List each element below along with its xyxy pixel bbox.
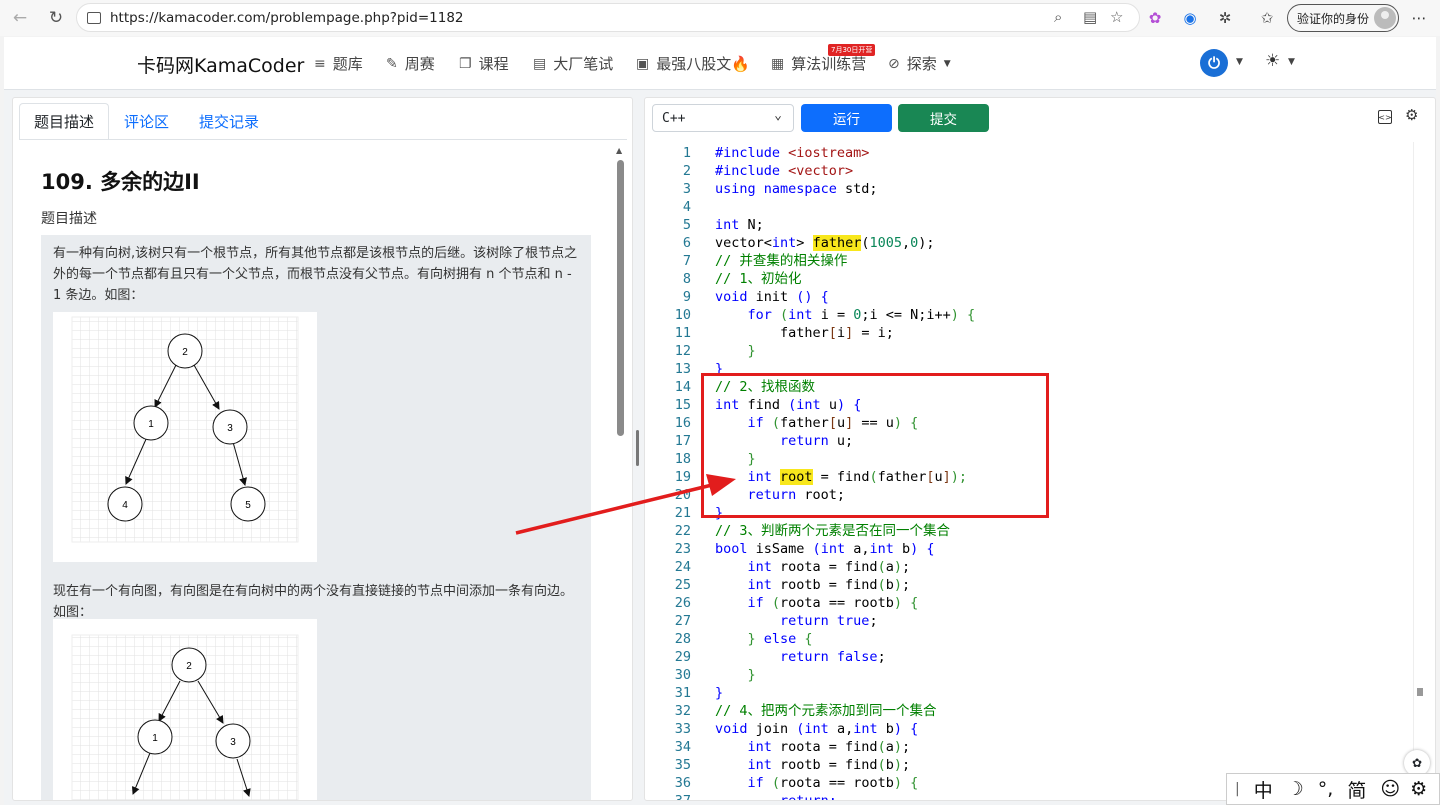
ime-punct[interactable]: °,	[1318, 778, 1334, 800]
ime-grip: |	[1235, 781, 1240, 797]
ime-chinese-mode[interactable]: 中	[1254, 776, 1273, 803]
ime-settings-icon[interactable]: ⚙	[1410, 778, 1427, 800]
ime-simplified[interactable]: 简	[1347, 776, 1366, 803]
ime-emoji-icon[interactable]: ☺	[1380, 778, 1400, 800]
ime-moon-icon[interactable]: ☽	[1287, 778, 1304, 800]
ime-toolbar: | 中 ☽ °, 简 ☺ ⚙	[1226, 773, 1440, 805]
annotation-arrow	[515, 474, 736, 535]
